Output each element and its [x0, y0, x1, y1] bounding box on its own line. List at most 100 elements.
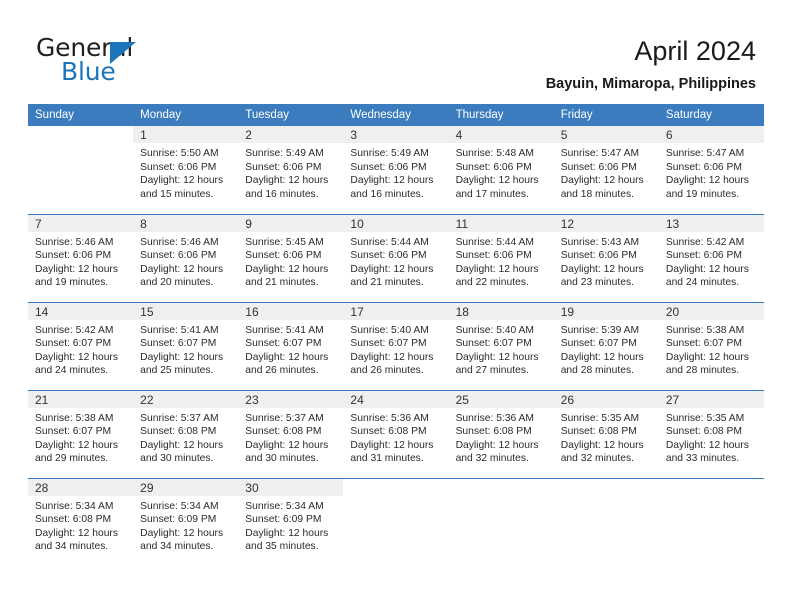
daylight-text-line2: and 21 minutes. — [350, 277, 424, 289]
sunset-text: Sunset: 6:06 PM — [245, 161, 322, 173]
daylight-text-line2: and 27 minutes. — [455, 365, 529, 377]
sunrise-text: Sunrise: 5:41 AM — [245, 324, 324, 336]
daylight-text-line1: Daylight: 12 hours — [665, 351, 749, 363]
daylight-text-line2: and 25 minutes. — [140, 365, 214, 377]
daylight-text-line1: Daylight: 12 hours — [350, 439, 434, 451]
sunrise-text: Sunrise: 5:44 AM — [350, 236, 429, 248]
calendar-day-number: 20 — [658, 302, 764, 320]
calendar-day-details: Sunrise: 5:50 AM Sunset: 6:06 PM Daylight:… — [133, 143, 238, 201]
sunrise-text: Sunrise: 5:48 AM — [455, 148, 534, 159]
sunset-text: Sunset: 6:06 PM — [350, 250, 427, 262]
daylight-text-line2: and 28 minutes. — [665, 365, 740, 377]
calendar-week-row: 14 Sunrise: 5:42 AM Sunset: 6:07 PM Dayligh… — [28, 301, 764, 390]
daylight-text-line2: and 33 minutes. — [665, 453, 740, 465]
calendar-day-cell[interactable]: 26 Sunrise: 5:35 AM Sunset: 6:08 PM Dayligh… — [553, 389, 659, 478]
daylight-text-line1: Daylight: 12 hours — [455, 351, 539, 363]
calendar-day-number: 17 — [343, 302, 449, 320]
sunrise-text: Sunrise: 5:43 AM — [560, 236, 640, 248]
calendar-day-number: 26 — [553, 390, 659, 408]
sunrise-text: Sunrise: 5:40 AM — [455, 324, 534, 336]
calendar-day-number: 10 — [343, 214, 449, 232]
calendar-day-number: 23 — [238, 390, 344, 408]
calendar-day-cell[interactable]: 3 Sunrise: 5:49 AM Sunset: 6:06 PM Daylight… — [343, 126, 449, 214]
calendar-day-number — [343, 478, 449, 496]
calendar-day-number: 8 — [133, 214, 239, 232]
calendar-day-cell[interactable]: 21 Sunrise: 5:38 AM Sunset: 6:07 PM Dayligh… — [28, 389, 134, 478]
sunset-text: Sunset: 6:08 PM — [560, 426, 637, 438]
calendar-day-details: Sunrise: 5:34 AM Sunset: 6:09 PM Daylight:… — [133, 496, 238, 554]
daylight-text-line2: and 34 minutes. — [35, 541, 109, 553]
daylight-text-line2: and 21 minutes. — [245, 277, 319, 289]
calendar-day-details: Sunrise: 5:38 AM Sunset: 6:07 PM Daylight:… — [659, 320, 764, 378]
daylight-text-line2: and 26 minutes. — [350, 365, 424, 377]
calendar-day-details: Sunrise: 5:41 AM Sunset: 6:07 PM Daylight:… — [133, 320, 238, 378]
calendar-day-cell[interactable]: 15 Sunrise: 5:41 AM Sunset: 6:07 PM Dayligh… — [133, 301, 239, 390]
calendar-day-cell[interactable]: 18 Sunrise: 5:40 AM Sunset: 6:07 PM Dayligh… — [448, 301, 554, 390]
calendar-day-number: 24 — [343, 390, 449, 408]
weekday-header-friday: Friday — [553, 104, 659, 126]
daylight-text-line1: Daylight: 12 hours — [350, 263, 434, 275]
weekday-header-saturday: Saturday — [658, 104, 764, 126]
daylight-text-line2: and 19 minutes. — [35, 277, 109, 289]
daylight-text-line1: Daylight: 12 hours — [140, 439, 224, 451]
general-blue-logo[interactable]: General Blue — [36, 33, 246, 89]
sunset-text: Sunset: 6:06 PM — [455, 250, 532, 262]
daylight-text-line2: and 16 minutes. — [350, 188, 424, 200]
calendar-day-cell[interactable]: 4 Sunrise: 5:48 AM Sunset: 6:06 PM Daylight… — [448, 126, 554, 214]
daylight-text-line1: Daylight: 12 hours — [665, 263, 749, 275]
sunrise-text: Sunrise: 5:42 AM — [35, 324, 114, 336]
calendar-day-cell[interactable]: 17 Sunrise: 5:40 AM Sunset: 6:07 PM Dayligh… — [343, 301, 449, 390]
calendar-day-cell[interactable]: 13 Sunrise: 5:42 AM Sunset: 6:06 PM Dayligh… — [658, 213, 764, 302]
calendar-day-cell[interactable]: 16 Sunrise: 5:41 AM Sunset: 6:07 PM Dayligh… — [238, 301, 344, 390]
calendar-day-cell[interactable]: 2 Sunrise: 5:49 AM Sunset: 6:06 PM Daylight… — [238, 126, 344, 214]
calendar-day-cell[interactable]: 6 Sunrise: 5:47 AM Sunset: 6:06 PM Daylight… — [658, 126, 764, 214]
sunset-text: Sunset: 6:08 PM — [140, 426, 217, 438]
calendar-day-number: 28 — [28, 478, 134, 496]
calendar-day-details: Sunrise: 5:39 AM Sunset: 6:07 PM Daylight:… — [554, 320, 659, 378]
calendar-day-details: Sunrise: 5:49 AM Sunset: 6:06 PM Daylight:… — [343, 143, 448, 201]
calendar-day-details: Sunrise: 5:35 AM Sunset: 6:08 PM Daylight:… — [554, 408, 659, 466]
calendar-day-cell[interactable]: 5 Sunrise: 5:47 AM Sunset: 6:06 PM Daylight… — [553, 126, 659, 214]
calendar-day-cell[interactable]: 24 Sunrise: 5:36 AM Sunset: 6:08 PM Dayligh… — [343, 389, 449, 478]
daylight-text-line2: and 34 minutes. — [140, 541, 214, 553]
calendar-day-cell[interactable]: 20 Sunrise: 5:38 AM Sunset: 6:07 PM Dayligh… — [658, 301, 764, 390]
sunset-text: Sunset: 6:06 PM — [140, 250, 217, 262]
calendar-day-cell[interactable]: 12 Sunrise: 5:43 AM Sunset: 6:06 PM Dayligh… — [553, 213, 659, 302]
calendar-day-details: Sunrise: 5:38 AM Sunset: 6:07 PM Daylight:… — [28, 408, 133, 466]
sunrise-text: Sunrise: 5:36 AM — [455, 412, 534, 424]
calendar-day-cell[interactable]: 7 Sunrise: 5:46 AM Sunset: 6:06 PM Daylight… — [28, 213, 134, 302]
sunrise-text: Sunrise: 5:34 AM — [35, 500, 114, 512]
calendar-day-cell[interactable]: 10 Sunrise: 5:44 AM Sunset: 6:06 PM Dayligh… — [343, 213, 449, 302]
calendar-day-cell[interactable]: 8 Sunrise: 5:46 AM Sunset: 6:06 PM Daylight… — [133, 213, 239, 302]
daylight-text-line1: Daylight: 12 hours — [35, 527, 118, 539]
sunrise-text: Sunrise: 5:34 AM — [245, 500, 324, 512]
daylight-text-line1: Daylight: 12 hours — [245, 439, 329, 451]
calendar-day-details: Sunrise: 5:41 AM Sunset: 6:07 PM Daylight:… — [238, 320, 343, 378]
calendar-day-cell[interactable]: 9 Sunrise: 5:45 AM Sunset: 6:06 PM Daylight… — [238, 213, 344, 302]
calendar-day-details: Sunrise: 5:45 AM Sunset: 6:06 PM Daylight:… — [238, 232, 343, 290]
calendar-day-cell[interactable]: 11 Sunrise: 5:44 AM Sunset: 6:06 PM Dayligh… — [448, 213, 554, 302]
calendar-table: Sunday Monday Tuesday Wednesday Thursday… — [28, 104, 764, 566]
daylight-text-line2: and 29 minutes. — [35, 453, 109, 465]
sunset-text: Sunset: 6:08 PM — [455, 426, 532, 438]
calendar-day-cell[interactable]: 1 Sunrise: 5:50 AM Sunset: 6:06 PM Daylight… — [133, 126, 239, 214]
calendar-day-cell[interactable]: 30 Sunrise: 5:34 AM Sunset: 6:09 PM Dayligh… — [238, 477, 344, 566]
calendar-day-number: 14 — [28, 302, 134, 320]
sunset-text: Sunset: 6:08 PM — [350, 426, 427, 438]
sunrise-text: Sunrise: 5:41 AM — [140, 324, 219, 336]
calendar-empty-cell — [448, 477, 554, 566]
sunrise-text: Sunrise: 5:42 AM — [665, 236, 745, 248]
calendar-day-cell[interactable]: 19 Sunrise: 5:39 AM Sunset: 6:07 PM Dayligh… — [553, 301, 659, 390]
calendar-day-cell[interactable]: 22 Sunrise: 5:37 AM Sunset: 6:08 PM Dayligh… — [133, 389, 239, 478]
calendar-day-cell[interactable]: 29 Sunrise: 5:34 AM Sunset: 6:09 PM Dayligh… — [133, 477, 239, 566]
calendar-day-cell[interactable]: 27 Sunrise: 5:35 AM Sunset: 6:08 PM Dayligh… — [658, 389, 764, 478]
calendar-day-cell[interactable]: 23 Sunrise: 5:37 AM Sunset: 6:08 PM Dayligh… — [238, 389, 344, 478]
daylight-text-line2: and 20 minutes. — [140, 277, 214, 289]
calendar-day-cell[interactable]: 28 Sunrise: 5:34 AM Sunset: 6:08 PM Dayligh… — [28, 477, 134, 566]
calendar-day-details: Sunrise: 5:46 AM Sunset: 6:06 PM Daylight:… — [133, 232, 238, 290]
calendar-day-cell[interactable]: 14 Sunrise: 5:42 AM Sunset: 6:07 PM Dayligh… — [28, 301, 134, 390]
calendar-day-details: Sunrise: 5:34 AM Sunset: 6:09 PM Daylight:… — [238, 496, 343, 554]
daylight-text-line1: Daylight: 12 hours — [455, 263, 539, 275]
sunset-text: Sunset: 6:07 PM — [350, 338, 427, 350]
calendar-day-cell[interactable]: 25 Sunrise: 5:36 AM Sunset: 6:08 PM Dayligh… — [448, 389, 554, 478]
